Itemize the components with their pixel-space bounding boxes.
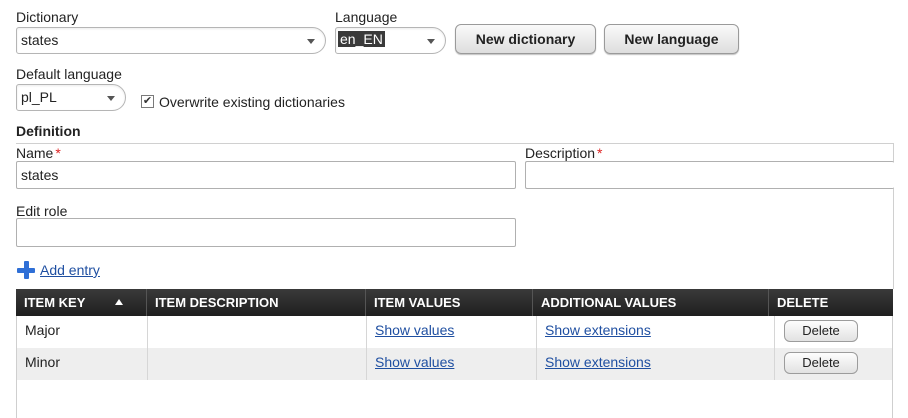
dictionary-select[interactable]: states	[16, 27, 326, 54]
show-extensions-link[interactable]: Show extensions	[545, 322, 651, 338]
grid-body: Major Show values Show extensions Delete…	[16, 316, 893, 418]
name-input[interactable]: states	[16, 161, 516, 189]
name-label: Name *	[16, 145, 61, 161]
delete-cell: Delete	[774, 316, 892, 348]
column-item-key-label: ITEM KEY	[24, 295, 86, 310]
edit-role-input[interactable]	[16, 218, 516, 247]
default-language-select[interactable]: pl_PL	[16, 84, 126, 111]
column-delete[interactable]: DELETE	[768, 289, 893, 316]
add-entry-link[interactable]: Add entry	[40, 262, 100, 278]
item-values-cell: Show values	[366, 316, 536, 348]
column-additional-values[interactable]: ADDITIONAL VALUES	[532, 289, 768, 316]
additional-values-cell: Show extensions	[536, 348, 774, 380]
language-label: Language	[335, 9, 398, 25]
overwrite-label: Overwrite existing dictionaries	[159, 94, 345, 110]
delete-button[interactable]: Delete	[784, 320, 858, 342]
sort-ascending-icon[interactable]	[115, 299, 124, 305]
chevron-down-icon[interactable]	[427, 39, 435, 44]
required-marker: *	[55, 145, 61, 161]
additional-values-cell: Show extensions	[536, 316, 774, 348]
required-marker: *	[597, 145, 603, 161]
default-language-value: pl_PL	[21, 89, 57, 105]
default-language-label: Default language	[16, 66, 122, 82]
item-key-cell: Major	[25, 322, 61, 338]
new-dictionary-button[interactable]: New dictionary	[455, 24, 596, 54]
language-value: en_EN	[338, 31, 385, 47]
item-description-cell	[147, 316, 366, 348]
definition-divider	[16, 143, 893, 144]
edit-role-label: Edit role	[16, 203, 68, 219]
new-language-button[interactable]: New language	[604, 24, 739, 54]
chevron-down-icon[interactable]	[307, 39, 315, 44]
column-item-key[interactable]: ITEM KEY	[16, 289, 146, 316]
description-label: Description *	[525, 145, 602, 161]
delete-button[interactable]: Delete	[784, 352, 858, 374]
item-description-cell	[147, 348, 366, 380]
language-select[interactable]: en_EN	[335, 27, 446, 54]
name-label-text: Name	[16, 145, 54, 161]
description-input[interactable]	[525, 161, 894, 189]
column-item-values[interactable]: ITEM VALUES	[365, 289, 532, 316]
dictionary-label: Dictionary	[16, 9, 79, 25]
table-row: Minor Show values Show extensions Delete	[17, 348, 892, 380]
delete-cell: Delete	[774, 348, 892, 380]
show-values-link[interactable]: Show values	[375, 322, 454, 338]
show-values-link[interactable]: Show values	[375, 354, 454, 370]
grid-header: ITEM KEY ITEM DESCRIPTION ITEM VALUES AD…	[16, 289, 893, 316]
overwrite-checkbox[interactable]: ✔	[141, 95, 154, 108]
dictionary-value: states	[21, 32, 59, 48]
item-key-cell: Minor	[25, 354, 61, 370]
column-item-description[interactable]: ITEM DESCRIPTION	[146, 289, 365, 316]
item-values-cell: Show values	[366, 348, 536, 380]
description-label-text: Description	[525, 145, 596, 161]
show-extensions-link[interactable]: Show extensions	[545, 354, 651, 370]
plus-icon[interactable]	[17, 261, 35, 279]
table-row: Major Show values Show extensions Delete	[17, 316, 892, 348]
chevron-down-icon[interactable]	[107, 96, 115, 101]
definition-heading: Definition	[16, 123, 81, 139]
